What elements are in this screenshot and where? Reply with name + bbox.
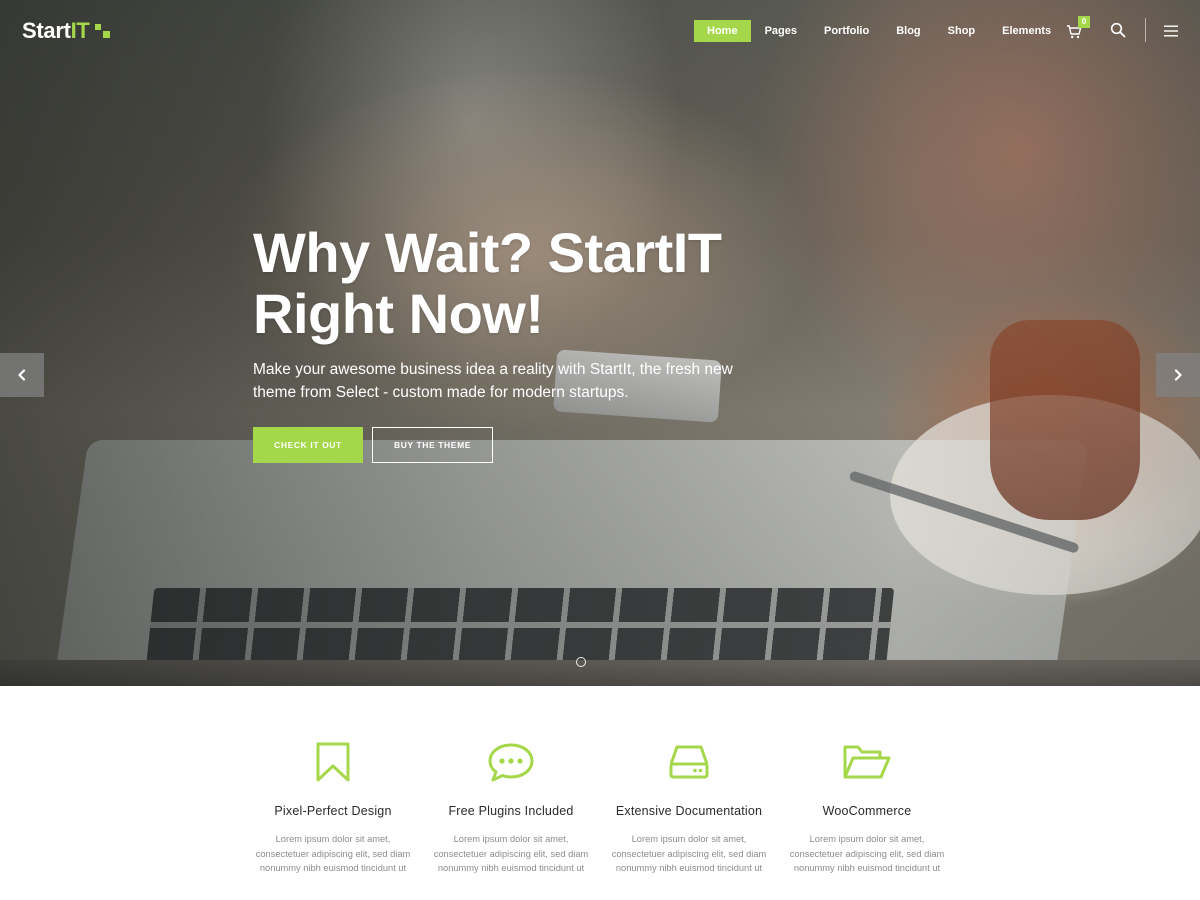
- hero-subtitle-line-1: Make your awesome business idea a realit…: [253, 361, 733, 378]
- nav-item-shop[interactable]: Shop: [935, 20, 989, 42]
- main-navigation: Home Pages Portfolio Blog Shop Elements: [694, 20, 1065, 42]
- folder-open-icon: [843, 745, 891, 779]
- slider-next-button[interactable]: [1156, 353, 1200, 397]
- logo-mark-icon: [93, 22, 111, 40]
- chevron-right-icon: [1174, 369, 1182, 381]
- hamburger-menu-icon: [1164, 25, 1178, 37]
- features-section: Pixel-Perfect Design Lorem ipsum dolor s…: [244, 740, 956, 890]
- hero-subtitle: Make your awesome business idea a realit…: [253, 358, 773, 404]
- feature-title: Extensive Documentation: [615, 804, 763, 818]
- feature-desc-line: nonummy nibh euismod tincidunt ut: [437, 863, 585, 873]
- hero-title-line-2: Right Now!: [253, 282, 544, 345]
- side-menu-button[interactable]: [1164, 24, 1178, 37]
- slider-pagination-dot[interactable]: [576, 657, 586, 667]
- feature-title: Free Plugins Included: [448, 804, 574, 818]
- site-logo[interactable]: Start IT: [22, 18, 111, 44]
- slider-prev-button[interactable]: [0, 353, 44, 397]
- feature-desc-line: consectetuer adipiscing elit, sed diam: [789, 848, 945, 859]
- nav-item-blog[interactable]: Blog: [883, 20, 933, 42]
- feature-description: Lorem ipsum dolor sit amet, consectetuer…: [244, 832, 422, 876]
- chat-bubble-icon: [488, 743, 534, 782]
- logo-text: Start: [22, 18, 71, 43]
- feature-desc-line: Lorem ipsum dolor sit amet,: [275, 834, 391, 844]
- header-divider: [1145, 18, 1146, 42]
- hero-title-line-1: Why Wait? StartIT: [253, 221, 722, 284]
- feature-description: Lorem ipsum dolor sit amet, consectetuer…: [778, 832, 956, 876]
- hard-drive-icon: [669, 745, 709, 779]
- cart-count-badge: 0: [1078, 16, 1090, 28]
- buy-the-theme-button[interactable]: BUY THE THEME: [372, 427, 493, 463]
- hero-title: Why Wait? StartIT Right Now!: [253, 222, 853, 344]
- feature-desc-line: Lorem ipsum dolor sit amet,: [453, 834, 569, 844]
- feature-description: Lorem ipsum dolor sit amet, consectetuer…: [600, 832, 778, 876]
- search-icon: [1110, 22, 1126, 38]
- feature-pixel-perfect: Pixel-Perfect Design Lorem ipsum dolor s…: [244, 740, 422, 876]
- nav-item-home[interactable]: Home: [694, 20, 751, 42]
- feature-desc-line: consectetuer adipiscing elit, sed diam: [611, 848, 767, 859]
- feature-desc-line: nonummy nibh euismod tincidunt ut: [259, 863, 407, 873]
- feature-documentation: Extensive Documentation Lorem ipsum dolo…: [600, 740, 778, 876]
- bookmark-icon: [316, 742, 350, 782]
- feature-desc-line: consectetuer adipiscing elit, sed diam: [255, 848, 411, 859]
- feature-title: WooCommerce: [822, 804, 912, 818]
- logo-accent-text: IT: [70, 18, 90, 43]
- feature-woocommerce: WooCommerce Lorem ipsum dolor sit amet, …: [778, 740, 956, 876]
- cart-button[interactable]: 0: [1066, 16, 1092, 42]
- feature-free-plugins: Free Plugins Included Lorem ipsum dolor …: [422, 740, 600, 876]
- hero-slider: Start IT Home Pages Portfolio Blog Shop E…: [0, 0, 1200, 686]
- feature-description: Lorem ipsum dolor sit amet, consectetuer…: [422, 832, 600, 876]
- hero-subtitle-line-2: theme from Select - custom made for mode…: [253, 384, 629, 401]
- chevron-left-icon: [18, 369, 26, 381]
- feature-desc-line: consectetuer adipiscing elit, sed diam: [433, 848, 589, 859]
- feature-desc-line: nonummy nibh euismod tincidunt ut: [793, 863, 941, 873]
- feature-desc-line: nonummy nibh euismod tincidunt ut: [615, 863, 763, 873]
- nav-item-elements[interactable]: Elements: [989, 20, 1064, 42]
- nav-item-pages[interactable]: Pages: [752, 20, 810, 42]
- feature-desc-line: Lorem ipsum dolor sit amet,: [809, 834, 925, 844]
- search-button[interactable]: [1110, 22, 1126, 38]
- feature-desc-line: Lorem ipsum dolor sit amet,: [631, 834, 747, 844]
- check-it-out-button[interactable]: CHECK IT OUT: [253, 427, 363, 463]
- feature-title: Pixel-Perfect Design: [274, 804, 392, 818]
- nav-item-portfolio[interactable]: Portfolio: [811, 20, 882, 42]
